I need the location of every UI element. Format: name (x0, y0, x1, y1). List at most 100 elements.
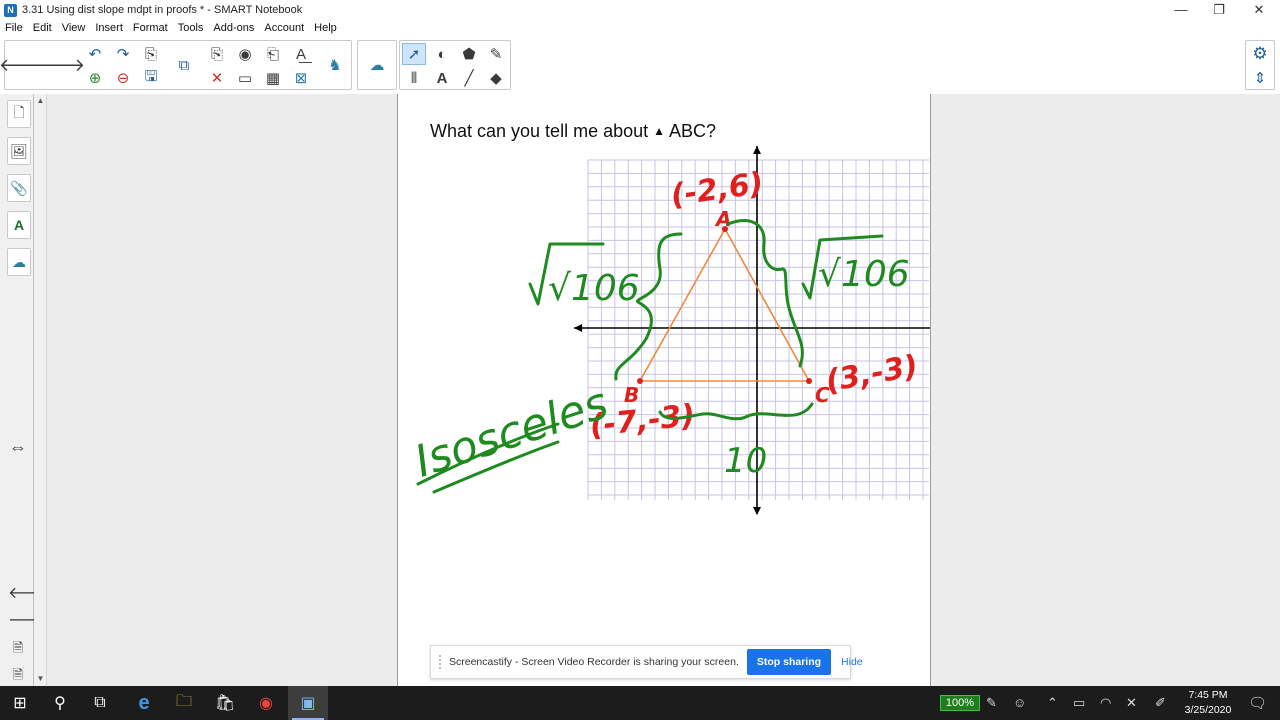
toolbar-group-settings: ⚙ ⇕ (1245, 40, 1275, 90)
smart-notebook-window: N 3.31 Using dist slope mdpt in proofs *… (0, 0, 1280, 720)
shapes-tool-icon[interactable]: ◐ (430, 43, 454, 65)
attachments-tab-icon[interactable]: 📎 (7, 174, 31, 202)
paste-icon[interactable]: ⎘ (205, 43, 229, 65)
edge-icon[interactable]: e (124, 686, 164, 720)
vertex-c (806, 378, 812, 384)
coord-c-label: (3,-3) (823, 349, 921, 400)
scroll-up-icon[interactable]: ▲ (34, 94, 47, 108)
properties-icon[interactable]: ⎗ (261, 43, 285, 65)
menu-account[interactable]: Account (259, 20, 309, 37)
hide-button[interactable]: Hide (841, 656, 863, 668)
page-drawing: A B C (-2,6) (-7,-3) (3,-3) √106 √106 10… (409, 146, 930, 515)
table-icon[interactable]: ▦ (261, 67, 285, 89)
page-sorter-tab-icon[interactable]: 🗋 (7, 100, 31, 128)
save-icon[interactable]: 🖫 (139, 67, 163, 89)
toolbar-group-addons: ☁ (357, 40, 397, 90)
clock-date: 3/25/2020 (1184, 704, 1232, 716)
full-screen-icon[interactable]: ▭ (233, 67, 257, 89)
windows-taskbar: ⊞ ⚲ ⧉ e 🗀 🛍 ◉ ▣ 100% ✎ ☺ ⌃ ▭ ◠ ✕ ✐ 7:45 … (0, 686, 1280, 720)
battery-icon[interactable]: ▭ (1073, 695, 1085, 711)
close-button[interactable]: ✕ (1240, 0, 1278, 20)
share-message: Screencastify - Screen Video Recorder is… (449, 656, 739, 668)
notifications-icon[interactable]: 🗨 (1248, 694, 1267, 712)
store-icon[interactable]: 🛍 (205, 686, 245, 720)
people-icon[interactable]: ☺ (1013, 695, 1026, 710)
back-arrow-icon[interactable]: 🡐 (0, 54, 47, 76)
move-toolbar-icon[interactable]: ⇕ (1248, 67, 1272, 89)
fonts-icon[interactable]: A͟ (289, 43, 313, 65)
clear-icon[interactable]: ⊠ (289, 67, 313, 89)
eraser-tool-icon[interactable]: ◆ (484, 67, 508, 89)
notebook-page[interactable]: What can you tell me about ▲ ABC? A B C … (397, 94, 931, 686)
forward-arrow-icon[interactable]: 🡒 (37, 54, 85, 76)
work-area: What can you tell me about ▲ ABC? A B C … (47, 94, 1280, 686)
measure-tool-icon[interactable]: ⫴ (402, 67, 426, 89)
side-tabs: 🗋 🖼 📎 A ☁ ⇔ 🡐 🡒 🗎 🗎 (0, 94, 51, 686)
minimize-button[interactable]: — (1162, 0, 1200, 20)
stop-sharing-button[interactable]: Stop sharing (746, 649, 832, 675)
pen-tray-icon[interactable]: ✎ (986, 695, 997, 711)
insert-page-icon[interactable]: ⊕ (83, 67, 107, 89)
y-axis-arrow-top-icon (753, 146, 761, 154)
menu-help[interactable]: Help (309, 20, 342, 37)
next-page-icon[interactable]: 🡒 (8, 611, 51, 631)
triangle-abc[interactable] (638, 227, 811, 382)
fill-tool-icon[interactable]: ⬟ (457, 43, 481, 65)
task-view-icon[interactable]: ⧉ (80, 686, 120, 720)
show-hidden-icon[interactable]: ⌃ (1047, 695, 1058, 711)
pen-workspace-icon[interactable]: ✐ (1155, 695, 1166, 711)
vertical-scrollbar[interactable]: ▲ ▼ (34, 94, 47, 686)
paste-page-icon[interactable]: ⎘ (139, 43, 163, 65)
swap-side-icon[interactable]: ⇔ (8, 437, 28, 457)
side-bc-length: 10 (724, 441, 767, 481)
x-axis-arrow-icon (574, 324, 582, 332)
menu-tools[interactable]: Tools (173, 20, 209, 37)
restore-button[interactable]: ❐ (1200, 0, 1238, 20)
screen-shade-icon[interactable]: ⧉ (172, 54, 196, 76)
redo-icon[interactable]: ↷ (111, 43, 135, 65)
system-clock[interactable]: 7:45 PM 3/25/2020 (1178, 688, 1238, 718)
scroll-down-icon[interactable]: ▼ (34, 672, 47, 686)
chrome-icon[interactable]: ◉ (246, 686, 286, 720)
volume-muted-icon[interactable]: ✕ (1126, 695, 1137, 711)
add-page-icon[interactable]: 🗎 (8, 638, 28, 658)
menu-view[interactable]: View (57, 20, 91, 37)
record-icon[interactable]: ♞ (323, 54, 347, 76)
line-tool-icon[interactable]: ╱ (457, 67, 481, 89)
label-a: A (714, 207, 731, 231)
addons-tab-icon[interactable]: ☁ (7, 248, 31, 276)
classification-label: Isosceles (409, 378, 614, 488)
wifi-icon[interactable]: ◠ (1100, 695, 1111, 711)
settings-gear-icon[interactable]: ⚙ (1248, 43, 1272, 65)
delete-icon[interactable]: ✕ (205, 67, 229, 89)
menu-file[interactable]: File (0, 20, 28, 37)
select-tool-icon[interactable]: ➚ (402, 43, 426, 65)
start-icon[interactable]: ⊞ (0, 686, 40, 720)
menu-insert[interactable]: Insert (90, 20, 128, 37)
undo-icon[interactable]: ↶ (83, 43, 107, 65)
screen-capture-icon[interactable]: ◉ (233, 43, 257, 65)
gallery-tab-icon[interactable]: 🖼 (7, 137, 31, 165)
window-title: 3.31 Using dist slope mdpt in proofs * -… (22, 4, 303, 16)
screencastify-share-bar: Screencastify - Screen Video Recorder is… (430, 645, 863, 679)
side-ac-length: √106 (818, 254, 910, 295)
title-bar: N 3.31 Using dist slope mdpt in proofs *… (0, 0, 1280, 20)
notebook-app-icon: N (4, 3, 17, 17)
search-icon[interactable]: ⚲ (40, 686, 80, 720)
pen-tool-icon[interactable]: ✎ (484, 43, 508, 65)
drag-grip-icon[interactable] (439, 655, 441, 669)
menu-bar: File Edit View Insert Format Tools Add-o… (0, 20, 1280, 37)
menu-edit[interactable]: Edit (28, 20, 57, 37)
prev-page-icon[interactable]: 🡐 (8, 584, 51, 604)
menu-format[interactable]: Format (128, 20, 173, 37)
delete-page-side-icon[interactable]: 🗎 (8, 665, 28, 685)
delete-page-icon[interactable]: ⊖ (111, 67, 135, 89)
file-explorer-icon[interactable]: 🗀 (164, 686, 204, 720)
smart-notebook-taskbar-icon[interactable]: ▣ (288, 686, 328, 720)
y-axis-arrow-bottom-icon (753, 507, 761, 515)
properties-tab-icon[interactable]: A (7, 211, 31, 239)
brace-ac (726, 219, 804, 368)
addons-icon[interactable]: ☁ (365, 54, 389, 76)
menu-addons[interactable]: Add-ons (208, 20, 259, 37)
text-tool-icon[interactable]: A (430, 67, 454, 89)
